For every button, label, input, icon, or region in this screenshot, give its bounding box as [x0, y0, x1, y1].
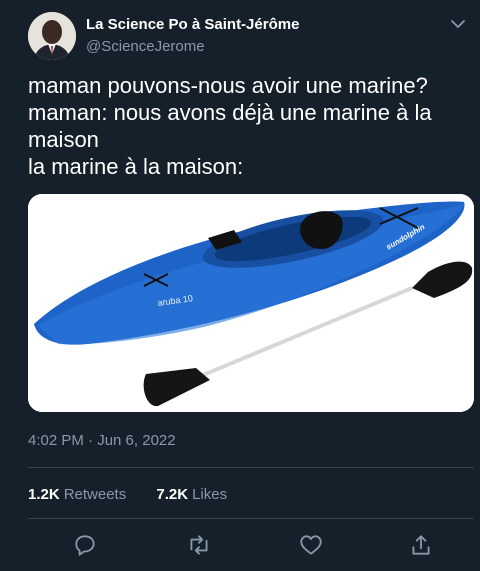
retweet-icon[interactable]	[186, 532, 212, 558]
share-icon[interactable]	[408, 532, 434, 558]
user-handle[interactable]: @ScienceJerome	[86, 38, 205, 55]
divider	[28, 518, 474, 519]
like-icon[interactable]	[298, 532, 324, 558]
tweet-media-image[interactable]: aruba 10 sundolphin	[28, 194, 474, 412]
tweet-text: maman pouvons-nous avoir une marine? mam…	[28, 73, 432, 179]
tweet-timestamp[interactable]: 4:02 PM · Jun 6, 2022	[28, 432, 176, 449]
likes-count: 7.2K	[156, 486, 189, 503]
reply-icon[interactable]	[72, 532, 98, 558]
retweets-stat[interactable]: 1.2K Retweets	[28, 486, 126, 503]
retweets-label: Retweets	[63, 486, 127, 503]
caret-down-icon[interactable]	[448, 14, 468, 34]
tweet-actions	[28, 532, 474, 560]
likes-label: Likes	[192, 486, 228, 503]
display-name[interactable]: La Science Po à Saint-Jérôme	[86, 16, 299, 33]
retweets-count: 1.2K	[28, 486, 60, 503]
likes-stat[interactable]: 7.2K Likes	[156, 486, 227, 503]
avatar[interactable]	[28, 12, 76, 60]
divider	[28, 467, 474, 468]
tweet-stats: 1.2K Retweets 7.2K Likes	[28, 486, 253, 503]
tweet-header: La Science Po à Saint-Jérôme @ScienceJer…	[28, 12, 468, 60]
